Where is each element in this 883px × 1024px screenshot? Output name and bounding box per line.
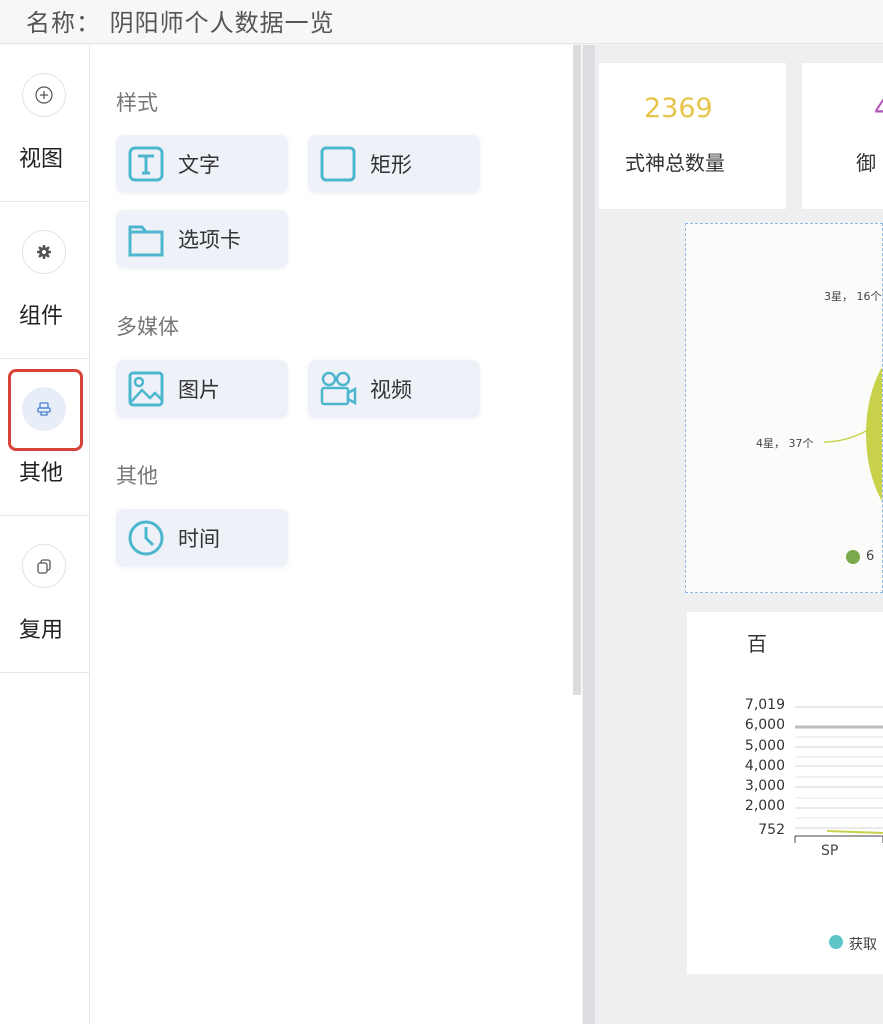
stat-label: 式神总数量 <box>625 151 725 175</box>
section-title-style: 样式 <box>116 91 158 115</box>
rail-item-label: 其他 <box>18 461 63 486</box>
rail-item-view[interactable]: 视图 <box>0 45 89 202</box>
y-tick-label: 6,000 <box>744 717 785 733</box>
rail-item-other[interactable]: 其他 <box>0 359 89 516</box>
rectangle-icon <box>316 142 360 186</box>
stat-value: 2369 <box>644 93 713 124</box>
rail-item-label: 视图 <box>18 147 63 172</box>
component-tab[interactable]: 选项卡 <box>116 210 288 268</box>
line-legend: 获取 <box>849 937 877 953</box>
y-tick-label: 7,019 <box>744 697 785 713</box>
legend-dot <box>846 550 860 564</box>
section-title-other: 其他 <box>116 464 158 488</box>
line-chart-widget[interactable]: 7,019 6,000 5,000 4,000 3,000 2,000 752 … <box>687 612 883 974</box>
component-panel: 样式 文字 矩形 选项卡 多媒体 图片 视频 其他 时间 <box>90 45 583 1024</box>
image-icon <box>124 367 168 411</box>
series-line <box>826 830 883 834</box>
pie-legend: 6 <box>866 549 875 564</box>
legend-dot <box>829 935 843 949</box>
y-tick-label: 4,000 <box>744 758 785 774</box>
x-axis <box>794 835 883 843</box>
dashboard-canvas[interactable]: 2369 式神总数量 4 御 3星， 16个 4星， 37个 6 7,019 6… <box>583 45 883 1024</box>
rail-item-label: 复用 <box>18 618 63 643</box>
rail-item-label: 组件 <box>18 304 63 329</box>
component-video[interactable]: 视频 <box>308 360 480 418</box>
pie-slice <box>866 366 882 502</box>
y-tick-label: 3,000 <box>744 778 785 794</box>
component-image[interactable]: 图片 <box>116 360 288 418</box>
gear-icon <box>22 230 66 274</box>
pie-leader-line <box>823 429 869 443</box>
stat-card-shikigami[interactable] <box>599 63 786 209</box>
text-icon <box>124 142 168 186</box>
video-icon <box>316 367 360 411</box>
stat-label: 御 <box>856 151 876 175</box>
chart-title: 百 <box>747 632 767 656</box>
clock-icon <box>124 516 168 560</box>
component-rectangle[interactable]: 矩形 <box>308 135 480 193</box>
y-tick-label: 5,000 <box>744 738 785 754</box>
plus-circle-icon <box>22 73 66 117</box>
rail-item-reuse[interactable]: 复用 <box>0 516 89 673</box>
stat-value: 4 <box>874 93 883 124</box>
title-bar: 名称： 阴阳师个人数据一览 <box>0 0 883 44</box>
left-rail: 视图 组件 其他 复用 <box>0 45 90 1024</box>
y-tick-label: 2,000 <box>744 798 785 814</box>
stat-card-yuhun[interactable] <box>802 63 883 209</box>
pie-chart <box>823 366 882 564</box>
copy-icon <box>22 544 66 588</box>
canvas-edge <box>583 45 595 1024</box>
y-tick-label: 752 <box>758 822 785 838</box>
pie-label-3star: 3星， 16个 <box>824 290 882 303</box>
rail-item-components[interactable]: 组件 <box>0 202 89 359</box>
page-title: 名称： 阴阳师个人数据一览 <box>26 9 335 37</box>
tab-icon <box>124 217 168 261</box>
component-text[interactable]: 文字 <box>116 135 288 193</box>
component-time[interactable]: 时间 <box>116 509 288 567</box>
x-tick-label: SP <box>821 843 839 859</box>
stamp-icon <box>22 387 66 431</box>
pie-label-4star: 4星， 37个 <box>756 437 814 450</box>
panel-scrollbar[interactable] <box>573 45 581 695</box>
section-title-media: 多媒体 <box>116 315 179 339</box>
pie-chart-widget[interactable]: 3星， 16个 4星， 37个 6 <box>685 223 883 593</box>
line-chart <box>794 706 883 949</box>
